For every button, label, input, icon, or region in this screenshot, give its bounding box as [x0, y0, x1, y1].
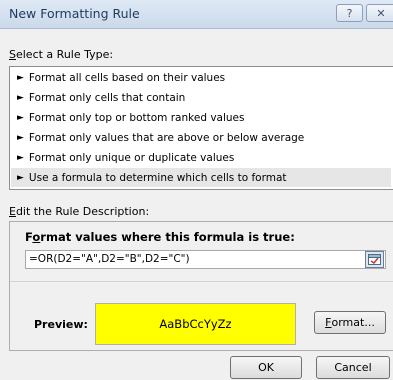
rule-type-item[interactable]: ► Format only top or bottom ranked values: [11, 108, 391, 127]
divider: [10, 281, 393, 282]
cancel-button[interactable]: Cancel: [316, 356, 390, 379]
triangle-right-icon: ►: [17, 152, 24, 163]
format-button[interactable]: Format...: [314, 311, 386, 334]
formula-header: Format values where this formula is true…: [25, 230, 295, 244]
ok-button[interactable]: OK: [230, 356, 302, 379]
close-button[interactable]: ✕: [366, 4, 393, 22]
triangle-right-icon: ►: [17, 132, 24, 143]
title-bar: New Formatting Rule ? ✕: [0, 0, 393, 29]
rule-type-item[interactable]: ► Format only cells that contain: [11, 88, 391, 107]
preview-box: AaBbCcYyZz: [95, 303, 296, 345]
edit-description-label: Edit the Rule Description:: [9, 205, 150, 218]
rule-type-item[interactable]: ► Format only values that are above or be…: [11, 128, 391, 147]
window-title: New Formatting Rule: [9, 6, 140, 21]
rule-type-label: Select a Rule Type:: [9, 48, 114, 61]
rule-type-list[interactable]: ► Format all cells based on their values …: [9, 66, 393, 190]
formula-input[interactable]: =OR(D2="A",D2="B",D2="C"): [25, 250, 386, 269]
rule-type-item[interactable]: ► Format all cells based on their values: [11, 68, 391, 87]
preview-label: Preview:: [34, 318, 88, 331]
preview-sample-text: AaBbCcYyZz: [159, 317, 232, 331]
collapse-dialog-button[interactable]: [365, 251, 384, 268]
triangle-right-icon: ►: [17, 72, 24, 83]
triangle-right-icon: ►: [17, 172, 24, 183]
help-icon: ?: [346, 6, 353, 20]
triangle-right-icon: ►: [17, 112, 24, 123]
rule-type-item-selected[interactable]: ► Use a formula to determine which cells …: [11, 168, 391, 187]
help-button[interactable]: ?: [336, 4, 363, 22]
range-select-icon: [368, 254, 381, 265]
triangle-right-icon: ►: [17, 92, 24, 103]
rule-type-item[interactable]: ► Format only unique or duplicate values: [11, 148, 391, 167]
close-icon: ✕: [376, 6, 386, 20]
